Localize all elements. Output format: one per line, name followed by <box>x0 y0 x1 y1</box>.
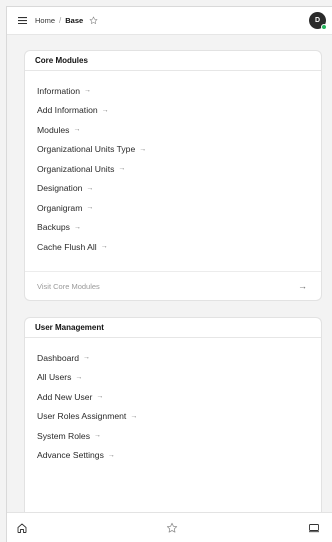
arrow-right-icon: → <box>139 145 147 153</box>
link-designation[interactable]: Designation → <box>37 179 321 199</box>
link-cache-flush-all[interactable]: Cache Flush All → <box>37 237 321 257</box>
avatar-initial: D <box>314 17 321 24</box>
panel-icon[interactable] <box>306 520 322 536</box>
star-outline-icon[interactable] <box>164 520 180 536</box>
link-organizational-units[interactable]: Organizational Units → <box>37 159 321 179</box>
card-title: User Management <box>25 318 321 338</box>
link-dashboard[interactable]: Dashboard → <box>37 348 321 368</box>
arrow-right-icon: → <box>73 223 81 231</box>
breadcrumb: Home / Base <box>35 16 83 25</box>
home-icon[interactable] <box>14 520 30 536</box>
link-user-roles-assignment[interactable]: User Roles Assignment → <box>37 407 321 427</box>
user-management-links: Dashboard → All Users → Add New User → User… <box>25 338 321 465</box>
arrow-right-icon: → <box>75 373 83 381</box>
arrow-right-icon: → <box>101 106 109 114</box>
avatar[interactable]: D <box>309 12 327 30</box>
arrow-right-icon: → <box>130 412 138 420</box>
core-modules-links: Information → Add Information → Modules → O… <box>25 71 321 257</box>
link-advance-settings[interactable]: Advance Settings → <box>37 446 321 466</box>
top-bar: Home / Base D <box>7 7 332 35</box>
link-all-users[interactable]: All Users → <box>37 368 321 388</box>
link-system-roles[interactable]: System Roles → <box>37 426 321 446</box>
star-outline-icon[interactable] <box>89 16 98 25</box>
card-title: Core Modules <box>25 51 321 71</box>
link-modules[interactable]: Modules → <box>37 120 321 140</box>
arrow-right-icon: → <box>298 281 307 291</box>
arrow-right-icon: → <box>83 354 91 362</box>
core-modules-card: Core Modules Information → Add Informatio… <box>24 50 322 301</box>
breadcrumb-separator: / <box>59 16 62 25</box>
hamburger-icon[interactable] <box>13 17 31 24</box>
arrow-right-icon: → <box>84 87 91 95</box>
link-information[interactable]: Information → <box>37 81 321 101</box>
arrow-right-icon: → <box>86 204 94 212</box>
arrow-right-icon: → <box>118 165 126 173</box>
breadcrumb-current: Base <box>65 16 84 25</box>
visit-core-modules-link[interactable]: Visit Core Modules → <box>25 271 321 300</box>
arrow-right-icon: → <box>100 243 108 251</box>
app-frame: Home / Base D Core Modules Information → … <box>6 6 332 542</box>
arrow-right-icon: → <box>73 126 81 134</box>
footer-label: Visit Core Modules <box>37 281 100 291</box>
breadcrumb-home[interactable]: Home <box>35 16 55 25</box>
link-add-new-user[interactable]: Add New User → <box>37 387 321 407</box>
bottom-bar <box>7 512 332 542</box>
arrow-right-icon: → <box>86 184 94 192</box>
status-dot <box>321 24 327 30</box>
user-management-card: User Management Dashboard → All Users → Ad… <box>24 317 322 517</box>
link-organizational-units-type[interactable]: Organizational Units Type → <box>37 140 321 160</box>
arrow-right-icon: → <box>96 393 104 401</box>
link-backups[interactable]: Backups → <box>37 218 321 238</box>
arrow-right-icon: → <box>94 432 102 440</box>
link-organigram[interactable]: Organigram → <box>37 198 321 218</box>
arrow-right-icon: → <box>107 451 115 459</box>
link-add-information[interactable]: Add Information → <box>37 101 321 121</box>
